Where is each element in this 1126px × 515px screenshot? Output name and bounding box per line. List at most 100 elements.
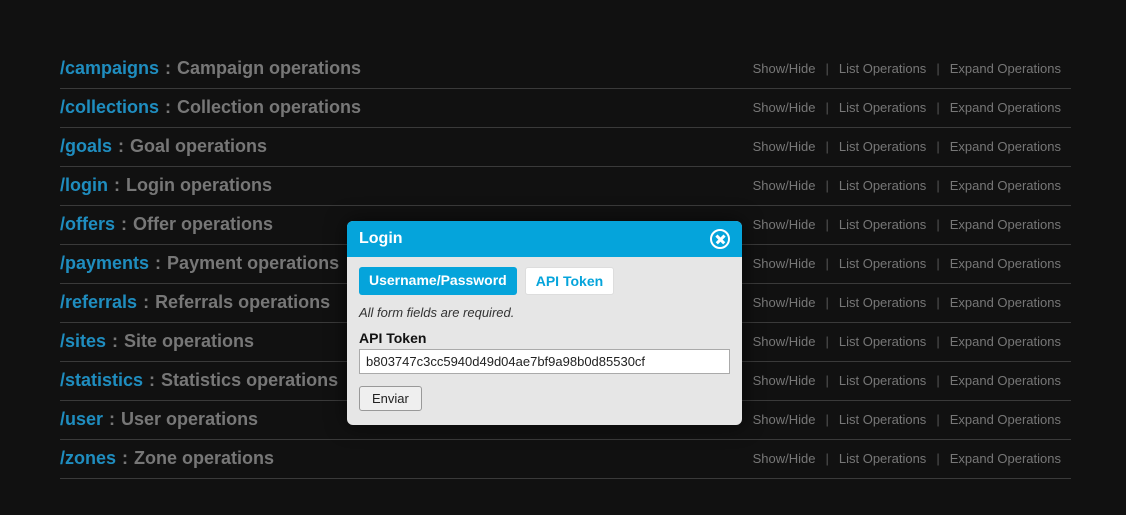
api-description: Collection operations bbox=[177, 97, 361, 118]
show-hide-link[interactable]: Show/Hide bbox=[743, 373, 826, 388]
list-operations-link[interactable]: List Operations bbox=[829, 100, 936, 115]
api-row-title[interactable]: /user: User operations bbox=[60, 409, 258, 430]
api-actions: Show/Hide|List Operations|Expand Operati… bbox=[743, 373, 1071, 388]
api-actions: Show/Hide|List Operations|Expand Operati… bbox=[743, 61, 1071, 76]
modal-header: Login bbox=[347, 221, 742, 257]
api-description: Site operations bbox=[124, 331, 254, 352]
form-required-note: All form fields are required. bbox=[359, 305, 730, 320]
api-actions: Show/Hide|List Operations|Expand Operati… bbox=[743, 412, 1071, 427]
list-operations-link[interactable]: List Operations bbox=[829, 217, 936, 232]
colon: : bbox=[149, 370, 155, 391]
api-path[interactable]: /sites bbox=[60, 331, 106, 352]
expand-operations-link[interactable]: Expand Operations bbox=[940, 100, 1071, 115]
show-hide-link[interactable]: Show/Hide bbox=[743, 451, 826, 466]
api-path[interactable]: /statistics bbox=[60, 370, 143, 391]
api-path[interactable]: /offers bbox=[60, 214, 115, 235]
list-operations-link[interactable]: List Operations bbox=[829, 61, 936, 76]
expand-operations-link[interactable]: Expand Operations bbox=[940, 139, 1071, 154]
api-path[interactable]: /login bbox=[60, 175, 108, 196]
show-hide-link[interactable]: Show/Hide bbox=[743, 61, 826, 76]
api-actions: Show/Hide|List Operations|Expand Operati… bbox=[743, 295, 1071, 310]
api-token-input[interactable] bbox=[359, 349, 730, 374]
api-row-title[interactable]: /statistics: Statistics operations bbox=[60, 370, 338, 391]
list-operations-link[interactable]: List Operations bbox=[829, 334, 936, 349]
colon: : bbox=[121, 214, 127, 235]
api-actions: Show/Hide|List Operations|Expand Operati… bbox=[743, 334, 1071, 349]
expand-operations-link[interactable]: Expand Operations bbox=[940, 334, 1071, 349]
colon: : bbox=[155, 253, 161, 274]
expand-operations-link[interactable]: Expand Operations bbox=[940, 256, 1071, 271]
list-operations-link[interactable]: List Operations bbox=[829, 451, 936, 466]
show-hide-link[interactable]: Show/Hide bbox=[743, 412, 826, 427]
api-description: Statistics operations bbox=[161, 370, 338, 391]
api-actions: Show/Hide|List Operations|Expand Operati… bbox=[743, 178, 1071, 193]
show-hide-link[interactable]: Show/Hide bbox=[743, 256, 826, 271]
show-hide-link[interactable]: Show/Hide bbox=[743, 334, 826, 349]
colon: : bbox=[109, 409, 115, 430]
tab-api-token[interactable]: API Token bbox=[525, 267, 614, 295]
api-row-title[interactable]: /login: Login operations bbox=[60, 175, 272, 196]
colon: : bbox=[118, 136, 124, 157]
colon: : bbox=[122, 448, 128, 469]
api-actions: Show/Hide|List Operations|Expand Operati… bbox=[743, 451, 1071, 466]
login-tabs: Username/Password API Token bbox=[359, 267, 730, 295]
api-description: Offer operations bbox=[133, 214, 273, 235]
submit-button[interactable]: Enviar bbox=[359, 386, 422, 411]
close-icon[interactable] bbox=[710, 229, 730, 249]
api-row-title[interactable]: /campaigns: Campaign operations bbox=[60, 58, 361, 79]
expand-operations-link[interactable]: Expand Operations bbox=[940, 373, 1071, 388]
show-hide-link[interactable]: Show/Hide bbox=[743, 217, 826, 232]
expand-operations-link[interactable]: Expand Operations bbox=[940, 178, 1071, 193]
expand-operations-link[interactable]: Expand Operations bbox=[940, 295, 1071, 310]
api-row-title[interactable]: /offers: Offer operations bbox=[60, 214, 273, 235]
api-description: Zone operations bbox=[134, 448, 274, 469]
api-path[interactable]: /referrals bbox=[60, 292, 137, 313]
api-description: Referrals operations bbox=[155, 292, 330, 313]
api-row-title[interactable]: /sites: Site operations bbox=[60, 331, 254, 352]
api-path[interactable]: /collections bbox=[60, 97, 159, 118]
show-hide-link[interactable]: Show/Hide bbox=[743, 178, 826, 193]
api-row-title[interactable]: /referrals: Referrals operations bbox=[60, 292, 330, 313]
expand-operations-link[interactable]: Expand Operations bbox=[940, 217, 1071, 232]
login-modal: Login Username/Password API Token All fo… bbox=[347, 221, 742, 425]
tab-username-password[interactable]: Username/Password bbox=[359, 267, 517, 295]
api-path[interactable]: /payments bbox=[60, 253, 149, 274]
api-row-title[interactable]: /goals: Goal operations bbox=[60, 136, 267, 157]
api-row: /goals:Goal operationsShow/Hide|List Ope… bbox=[60, 128, 1071, 167]
api-actions: Show/Hide|List Operations|Expand Operati… bbox=[743, 217, 1071, 232]
api-path[interactable]: /campaigns bbox=[60, 58, 159, 79]
list-operations-link[interactable]: List Operations bbox=[829, 373, 936, 388]
api-row-title[interactable]: /zones: Zone operations bbox=[60, 448, 274, 469]
expand-operations-link[interactable]: Expand Operations bbox=[940, 412, 1071, 427]
list-operations-link[interactable]: List Operations bbox=[829, 178, 936, 193]
api-row-title[interactable]: /collections: Collection operations bbox=[60, 97, 361, 118]
show-hide-link[interactable]: Show/Hide bbox=[743, 139, 826, 154]
list-operations-link[interactable]: List Operations bbox=[829, 139, 936, 154]
expand-operations-link[interactable]: Expand Operations bbox=[940, 451, 1071, 466]
api-token-label: API Token bbox=[359, 330, 730, 346]
api-path[interactable]: /goals bbox=[60, 136, 112, 157]
api-description: Payment operations bbox=[167, 253, 339, 274]
show-hide-link[interactable]: Show/Hide bbox=[743, 295, 826, 310]
api-actions: Show/Hide|List Operations|Expand Operati… bbox=[743, 100, 1071, 115]
colon: : bbox=[165, 97, 171, 118]
modal-title: Login bbox=[359, 230, 403, 248]
api-description: User operations bbox=[121, 409, 258, 430]
show-hide-link[interactable]: Show/Hide bbox=[743, 100, 826, 115]
api-description: Goal operations bbox=[130, 136, 267, 157]
api-description: Login operations bbox=[126, 175, 272, 196]
list-operations-link[interactable]: List Operations bbox=[829, 256, 936, 271]
colon: : bbox=[114, 175, 120, 196]
colon: : bbox=[165, 58, 171, 79]
api-row: /login: Login operations Show/Hide|List Op… bbox=[60, 167, 1071, 206]
api-actions: Show/Hide|List Operations|Expand Operati… bbox=[743, 256, 1071, 271]
api-path[interactable]: /zones bbox=[60, 448, 116, 469]
list-operations-link[interactable]: List Operations bbox=[829, 412, 936, 427]
api-description: Campaign operations bbox=[177, 58, 361, 79]
colon: : bbox=[112, 331, 118, 352]
expand-operations-link[interactable]: Expand Operations bbox=[940, 61, 1071, 76]
api-row-title[interactable]: /payments: Payment operations bbox=[60, 253, 339, 274]
list-operations-link[interactable]: List Operations bbox=[829, 295, 936, 310]
api-path[interactable]: /user bbox=[60, 409, 103, 430]
colon: : bbox=[143, 292, 149, 313]
